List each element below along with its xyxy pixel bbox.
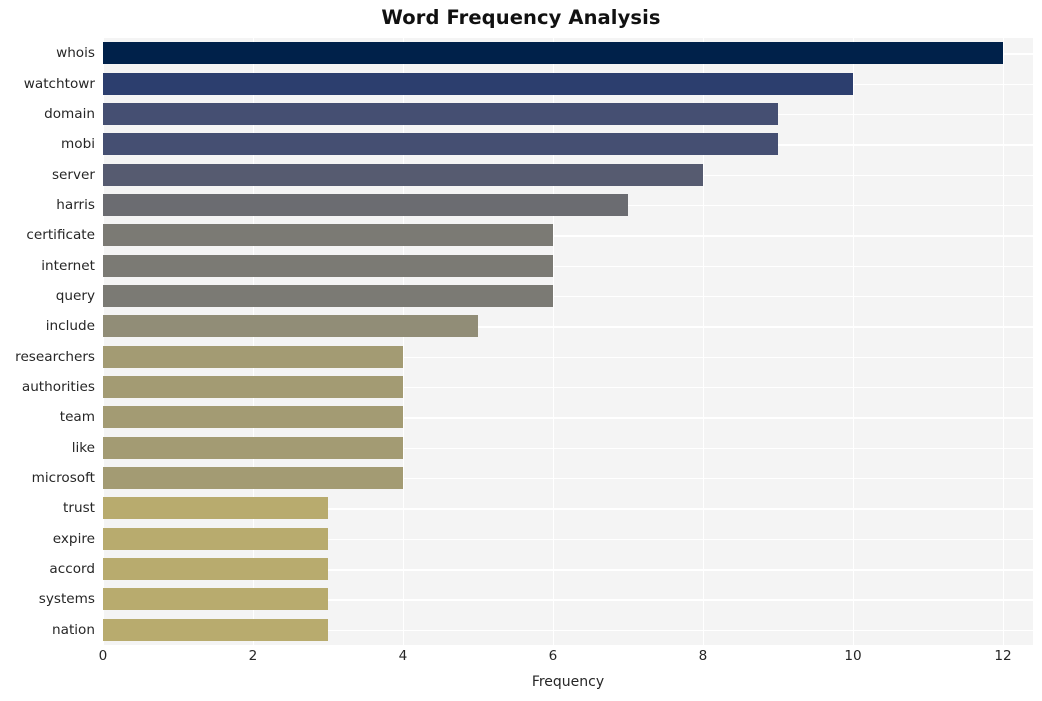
y-axis-tick-labels: whois watchtowr domain mobi server harris cert… xyxy=(0,38,1042,645)
y-tick-label: query xyxy=(55,287,95,304)
x-tick-label: 0 xyxy=(98,648,108,664)
y-tick-label: harris xyxy=(56,196,95,213)
chart-figure: Word Frequency Analysis whois watchtowr do… xyxy=(0,0,1042,701)
y-tick-label: like xyxy=(71,439,95,456)
y-tick-label: watchtowr xyxy=(23,75,95,92)
y-tick-label: domain xyxy=(44,105,95,122)
chart-title: Word Frequency Analysis xyxy=(381,6,661,29)
x-tick-label: 4 xyxy=(398,648,408,664)
y-tick-label: trust xyxy=(63,500,95,517)
y-tick-label: server xyxy=(51,166,95,183)
x-tick-label: 6 xyxy=(548,648,558,664)
x-tick-label: 12 xyxy=(994,648,1012,664)
y-tick-label: systems xyxy=(38,591,95,608)
y-tick-label: microsoft xyxy=(31,470,95,487)
x-tick-label: 8 xyxy=(698,648,708,664)
x-tick-label: 10 xyxy=(844,648,862,664)
y-tick-label: authorities xyxy=(21,379,95,396)
y-tick-label: expire xyxy=(52,530,95,547)
y-tick-label: whois xyxy=(56,45,95,62)
y-tick-label: internet xyxy=(41,257,95,274)
x-axis-tick-labels: 0 2 4 6 8 10 12 xyxy=(0,648,1042,672)
y-tick-label: include xyxy=(45,318,95,335)
y-tick-label: accord xyxy=(49,561,95,578)
y-tick-label: team xyxy=(59,409,95,426)
y-tick-label: mobi xyxy=(61,136,95,153)
x-axis-title: Frequency xyxy=(531,674,605,690)
y-tick-label: nation xyxy=(52,621,95,638)
y-tick-label: researchers xyxy=(15,348,95,365)
x-tick-label: 2 xyxy=(248,648,258,664)
y-tick-label: certificate xyxy=(26,227,95,244)
